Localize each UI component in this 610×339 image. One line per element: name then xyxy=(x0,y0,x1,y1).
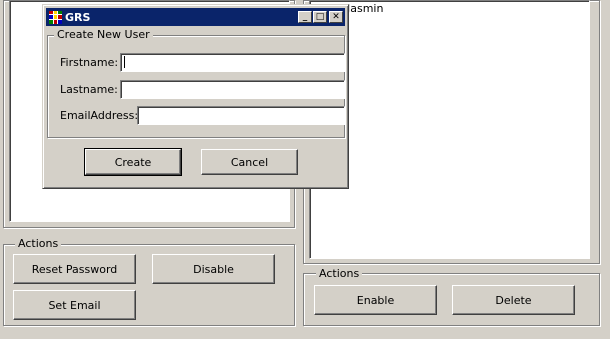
list-item[interactable]: Jasmin xyxy=(347,2,383,15)
emailaddress-input[interactable] xyxy=(137,106,345,125)
right-list[interactable]: Jasmin xyxy=(309,0,590,259)
actions-group-title: Actions xyxy=(15,238,62,250)
maximize-icon[interactable]: □ xyxy=(313,11,327,23)
lastname-label: Lastname: xyxy=(60,83,118,96)
cancel-button[interactable]: Cancel xyxy=(201,149,298,175)
minimize-icon[interactable]: _ xyxy=(298,11,312,23)
disable-button[interactable]: Disable xyxy=(152,254,275,284)
dialog-title: GRS xyxy=(65,10,91,24)
emailaddress-label: EmailAddress: xyxy=(60,109,139,122)
close-icon[interactable]: ✕ xyxy=(329,11,343,23)
delete-button[interactable]: Delete xyxy=(452,285,575,315)
actions-group-title-right: Actions xyxy=(316,268,363,280)
firstname-input[interactable] xyxy=(120,53,345,72)
reset-password-button[interactable]: Reset Password xyxy=(13,254,136,284)
text-caret xyxy=(124,56,125,68)
create-user-dialog: GRS _ □ ✕ Create New User Firstname: Las… xyxy=(42,4,349,189)
firstname-label: Firstname: xyxy=(60,56,119,69)
create-user-group-title: Create New User xyxy=(54,29,153,41)
dialog-titlebar[interactable]: GRS _ □ ✕ xyxy=(46,8,345,26)
set-email-button[interactable]: Set Email xyxy=(13,290,136,320)
create-button[interactable]: Create xyxy=(84,148,182,176)
enable-button[interactable]: Enable xyxy=(314,285,437,315)
app-icon xyxy=(49,10,62,24)
lastname-input[interactable] xyxy=(120,80,345,99)
